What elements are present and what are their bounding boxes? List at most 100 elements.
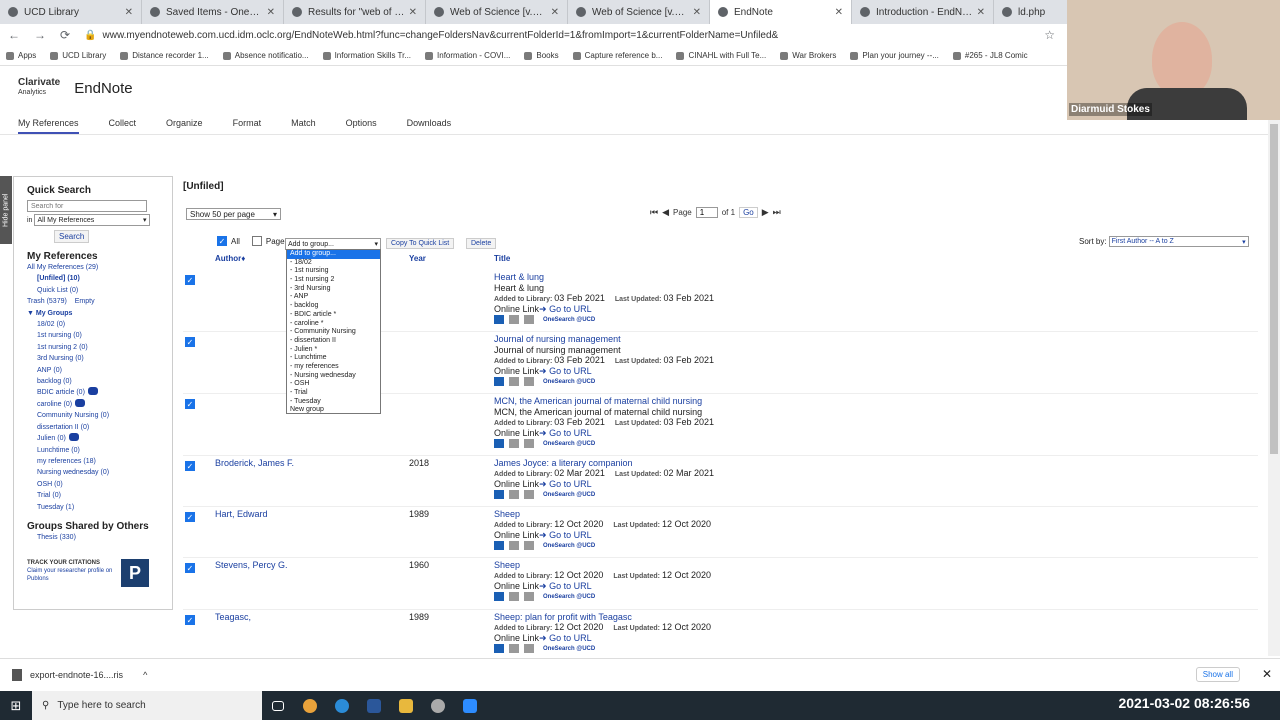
group-item[interactable]: backlog (0)	[27, 376, 172, 387]
menu-item[interactable]: Options	[346, 112, 377, 134]
bookmark-item[interactable]: Plan your journey --...	[850, 51, 939, 60]
reference-author[interactable]: Broderick, James F.	[215, 458, 294, 468]
bar-chart-icon[interactable]	[524, 541, 534, 550]
tab-close-icon[interactable]: ✕	[835, 7, 843, 18]
attachment-icon[interactable]	[509, 541, 519, 550]
tab-close-icon[interactable]: ✕	[977, 7, 985, 18]
tab-close-icon[interactable]: ✕	[693, 7, 701, 18]
first-page-icon[interactable]: ⏮	[650, 207, 658, 218]
dropdown-option[interactable]: - backlog	[287, 302, 380, 311]
reference-title[interactable]: Journal of nursing management	[494, 334, 621, 344]
shared-group-icon[interactable]	[87, 387, 98, 396]
chevron-up-icon[interactable]: ^	[143, 670, 147, 680]
dropdown-option[interactable]: - Nursing wednesday	[287, 372, 380, 381]
tab-close-icon[interactable]: ✕	[551, 7, 559, 18]
reference-title[interactable]: Sheep: plan for profit with Teagasc	[494, 612, 632, 622]
edge-icon[interactable]	[326, 691, 358, 720]
dropdown-option[interactable]: - Trial	[287, 389, 380, 398]
reference-checkbox[interactable]: ✓	[185, 399, 195, 409]
last-page-icon[interactable]: ⏭	[773, 207, 781, 218]
go-to-url-link[interactable]: Go to URL	[549, 366, 592, 376]
reference-checkbox[interactable]: ✓	[185, 563, 195, 573]
bookmark-item[interactable]: Capture reference b...	[572, 51, 662, 60]
dropdown-option[interactable]: - caroline *	[287, 320, 380, 329]
browser-tab[interactable]: UCD Library ✕	[0, 0, 142, 24]
menu-item[interactable]: Match	[291, 112, 316, 134]
hide-panel-toggle[interactable]: Hide panel	[0, 176, 12, 244]
dropdown-option[interactable]: - BDIC article *	[287, 311, 380, 320]
folder-icon[interactable]	[494, 377, 504, 386]
group-item[interactable]: my references (18)	[27, 456, 172, 467]
task-view-icon[interactable]	[262, 691, 294, 720]
group-item[interactable]: Nursing wednesday (0)	[27, 467, 172, 478]
go-to-url-link[interactable]: Go to URL	[549, 479, 592, 489]
dropdown-option[interactable]: - Lunchtime	[287, 354, 380, 363]
shared-group-thesis[interactable]: Thesis (330)	[27, 532, 172, 543]
group-item[interactable]: caroline (0)	[27, 398, 172, 410]
prev-page-icon[interactable]: ◀	[662, 207, 669, 218]
shared-group-icon[interactable]	[75, 398, 86, 407]
reference-checkbox[interactable]: ✓	[185, 461, 195, 471]
reference-checkbox[interactable]: ✓	[185, 275, 195, 285]
select-page-checkbox[interactable]	[251, 236, 262, 246]
my-groups-label[interactable]: My Groups	[36, 310, 73, 317]
onesearch-link[interactable]: OneSearch @UCD	[543, 543, 595, 549]
bar-chart-icon[interactable]	[524, 592, 534, 601]
publons-banner[interactable]: TRACK YOUR CITATIONS Claim your research…	[27, 559, 172, 588]
attachment-icon[interactable]	[509, 490, 519, 499]
quick-search-input[interactable]	[27, 200, 147, 212]
url-field[interactable]: 🔒 www.myendnoteweb.com.ucd.idm.oclc.org/…	[84, 30, 1030, 41]
group-item[interactable]: Trial (0)	[27, 490, 172, 501]
bookmark-star-icon[interactable]: ☆	[1044, 28, 1055, 42]
unfiled-link[interactable]: [Unfiled] (10)	[27, 273, 172, 284]
group-item[interactable]: Tuesday (1)	[27, 502, 172, 513]
group-item[interactable]: Lunchtime (0)	[27, 445, 172, 456]
globe-app-icon[interactable]	[422, 691, 454, 720]
group-item[interactable]: 3rd Nursing (0)	[27, 353, 172, 364]
menu-item[interactable]: Organize	[166, 112, 203, 134]
go-to-url-link[interactable]: Go to URL	[549, 633, 592, 643]
browser-tab[interactable]: Results for "web of science ✕	[284, 0, 426, 24]
reference-author[interactable]: Stevens, Percy G.	[215, 560, 288, 570]
folder-icon[interactable]	[494, 592, 504, 601]
dropdown-option[interactable]: - Julien *	[287, 346, 380, 355]
go-to-url-link[interactable]: Go to URL	[549, 428, 592, 438]
search-scope-select[interactable]: All My References ▾	[34, 214, 151, 226]
reload-icon[interactable]: ⟳	[60, 28, 70, 42]
dropdown-option[interactable]: - ANP	[287, 293, 380, 302]
bar-chart-icon[interactable]	[524, 315, 534, 324]
folder-icon[interactable]	[494, 541, 504, 550]
taskbar-search[interactable]: ⚲ Type here to search	[32, 691, 262, 720]
download-item[interactable]: export-endnote-16....ris ^	[0, 669, 147, 681]
empty-trash-link[interactable]: Empty	[75, 298, 95, 305]
per-page-select[interactable]: Show 50 per page ▾	[186, 208, 281, 220]
dropdown-option[interactable]: - 1st nursing	[287, 267, 380, 276]
file-explorer-icon[interactable]	[390, 691, 422, 720]
all-my-references-link[interactable]: All My References (29)	[27, 262, 172, 273]
scrollbar-thumb[interactable]	[1270, 124, 1278, 454]
page-scrollbar[interactable]	[1268, 120, 1280, 656]
dropdown-option[interactable]: - Community Nursing	[287, 328, 380, 337]
group-item[interactable]: 1st nursing 2 (0)	[27, 342, 172, 353]
bar-chart-icon[interactable]	[524, 377, 534, 386]
menu-item[interactable]: Collect	[109, 112, 137, 134]
bookmark-item[interactable]: Apps	[6, 51, 36, 60]
reference-title[interactable]: Heart & lung	[494, 272, 544, 282]
column-year[interactable]: Year	[409, 254, 426, 263]
bar-chart-icon[interactable]	[524, 644, 534, 653]
bookmark-item[interactable]: #265 - JL8 Comic	[952, 51, 1028, 60]
column-title[interactable]: Title	[494, 254, 510, 263]
dropdown-option[interactable]: - OSH	[287, 380, 380, 389]
bookmark-item[interactable]: UCD Library	[50, 51, 106, 60]
delete-button[interactable]: Delete	[466, 238, 497, 249]
tab-close-icon[interactable]: ✕	[267, 7, 275, 18]
group-item[interactable]: BDIC article (0)	[27, 387, 172, 398]
next-page-icon[interactable]: ▶	[762, 207, 769, 218]
go-to-url-link[interactable]: Go to URL	[549, 581, 592, 591]
show-all-button[interactable]: Show all	[1195, 667, 1240, 682]
tab-close-icon[interactable]: ✕	[409, 7, 417, 18]
bookmark-item[interactable]: Information Skills Tr...	[322, 51, 411, 60]
bookmark-item[interactable]: Distance recorder 1...	[120, 51, 209, 60]
group-item[interactable]: Julien (0)	[27, 433, 172, 444]
onesearch-link[interactable]: OneSearch @UCD	[543, 317, 595, 323]
